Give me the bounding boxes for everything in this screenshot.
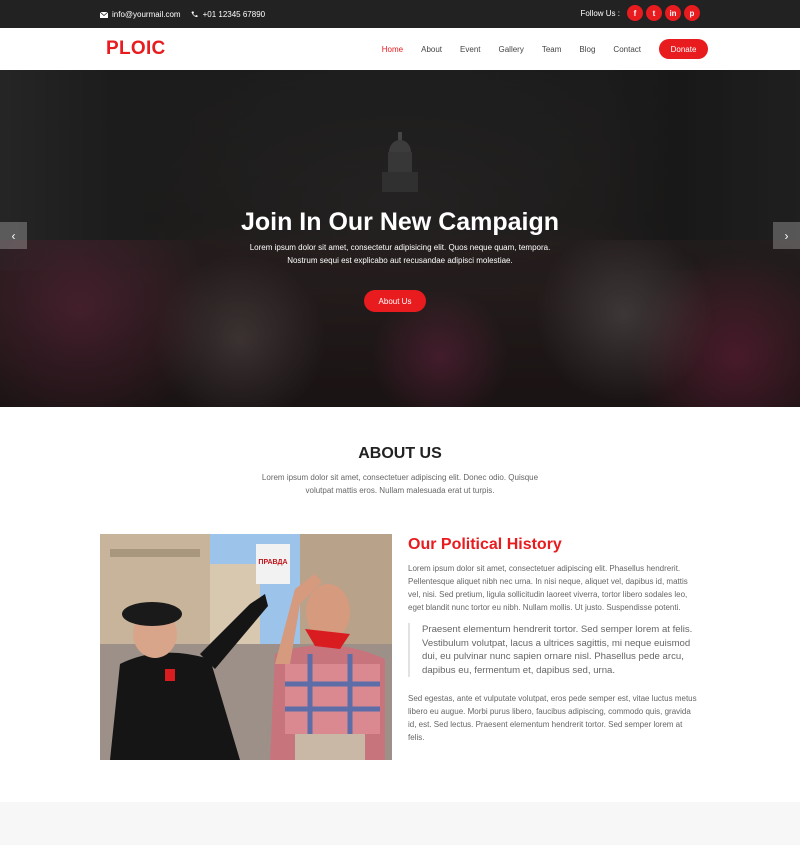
email-text: info@yourmail.com (112, 10, 181, 19)
top-bar: info@yourmail.com +01 12345 67890 Follow… (0, 0, 800, 28)
history-photo: ПРАВДА (100, 534, 392, 760)
history-paragraph-2: Sed egestas, ante et vulputate volutpat,… (408, 694, 697, 742)
envelope-icon (100, 11, 108, 19)
slider-prev-button[interactable]: ‹ (0, 222, 27, 249)
pravda-sign-text: ПРАВДА (258, 559, 287, 566)
nav-item-contact[interactable]: Contact (613, 45, 641, 54)
nav-item-event[interactable]: Event (460, 45, 480, 54)
pinterest-icon[interactable]: p (684, 5, 700, 21)
nav-menu: Home About Event Gallery Team Blog Conta… (364, 28, 708, 70)
phone-text: +01 12345 67890 (202, 10, 266, 19)
nav-item-team[interactable]: Team (542, 45, 562, 54)
follow-label: Follow Us : (580, 8, 620, 18)
hero-slider: Join In Our New Campaign Lorem ipsum dol… (0, 70, 800, 407)
political-history: Our Political History Lorem ipsum dolor … (408, 534, 700, 744)
email-item[interactable]: info@yourmail.com (100, 10, 181, 19)
phone-item[interactable]: +01 12345 67890 (191, 10, 266, 19)
hero-title: Join In Our New Campaign (240, 208, 560, 236)
twitter-icon[interactable]: t (646, 5, 662, 21)
linkedin-icon[interactable]: in (665, 5, 681, 21)
about-us-button[interactable]: About Us (364, 290, 426, 312)
nav-item-about[interactable]: About (421, 45, 442, 54)
follow-us: Follow Us : f t in p (580, 5, 700, 21)
next-section-band (0, 802, 800, 845)
hero-description: Lorem ipsum dolor sit amet, consectetur … (249, 243, 551, 265)
history-quote: Praesent elementum hendrerit tortor. Sed… (408, 623, 700, 677)
history-title: Our Political History (408, 536, 562, 553)
contact-info: info@yourmail.com +01 12345 67890 (100, 10, 275, 19)
chevron-left-icon: ‹ (11, 228, 16, 243)
about-title: ABOUT US (358, 445, 442, 462)
donate-button[interactable]: Donate (659, 39, 708, 59)
hero-overlay (0, 70, 800, 407)
nav-item-gallery[interactable]: Gallery (499, 45, 524, 54)
chevron-right-icon: › (784, 228, 789, 243)
nav-item-blog[interactable]: Blog (579, 45, 595, 54)
about-description: Lorem ipsum dolor sit amet, consectetuer… (261, 473, 539, 495)
site-logo[interactable]: PLOIC (106, 38, 166, 60)
slider-next-button[interactable]: › (773, 222, 800, 249)
phone-icon (191, 11, 199, 19)
main-nav: PLOIC Home About Event Gallery Team Blog… (0, 28, 800, 70)
history-paragraph-1: Lorem ipsum dolor sit amet, consectetuer… (408, 564, 688, 612)
facebook-icon[interactable]: f (627, 5, 643, 21)
nav-item-home[interactable]: Home (382, 45, 403, 54)
